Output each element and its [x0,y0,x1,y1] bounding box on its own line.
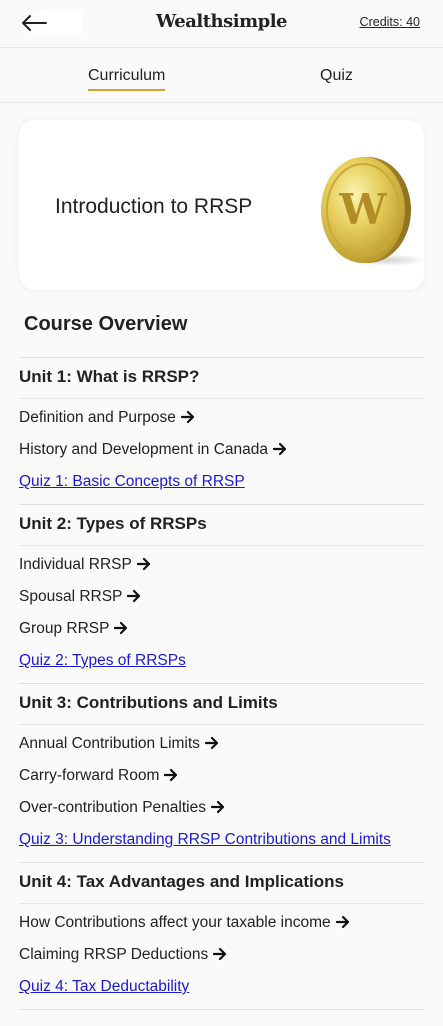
arrow-right-icon [164,768,178,782]
unit-title: Unit 3: Contributions and Limits [19,684,424,725]
lesson-item[interactable]: Definition and Purpose [19,402,424,434]
lesson-item[interactable]: Group RRSP [19,613,424,645]
lesson-item[interactable]: Claiming RRSP Deductions [19,939,424,971]
unit-title: Unit 4: Tax Advantages and Implications [19,863,424,904]
course-hero-card: Introduction to RRSP W [19,120,424,290]
app-header: Wealthsimple Credits: 40 [0,0,443,48]
tab-bar: Curriculum Quiz [0,49,443,103]
arrow-right-icon [335,915,349,929]
arrow-right-icon [136,557,150,571]
unit-2: Unit 2: Types of RRSPs Individual RRSP S… [19,504,424,683]
lesson-item[interactable]: Over-contribution Penalties [19,792,424,824]
lesson-item[interactable]: Annual Contribution Limits [19,728,424,760]
lesson-item[interactable]: Spousal RRSP [19,581,424,613]
unit-4: Unit 4: Tax Advantages and Implications … [19,862,424,1010]
arrow-right-icon [210,800,225,814]
unit-1: Unit 1: What is RRSP? Definition and Pur… [19,357,424,504]
quiz-link[interactable]: Quiz 4: Tax Deductability [19,971,424,1003]
unit-title: Unit 1: What is RRSP? [19,358,424,399]
svg-text:W: W [338,185,387,234]
tab-quiz[interactable]: Quiz [320,67,353,85]
credits-link[interactable]: Credits: 40 [360,15,420,29]
quiz-link[interactable]: Quiz 3: Understanding RRSP Contributions… [19,824,424,856]
quiz-link[interactable]: Quiz 2: Types of RRSPs [19,645,424,677]
course-title: Introduction to RRSP [55,195,253,218]
tab-curriculum[interactable]: Curriculum [88,67,166,91]
unit-title: Unit 2: Types of RRSPs [19,505,424,546]
lesson-item[interactable]: History and Development in Canada [19,434,424,466]
arrow-right-icon [114,621,128,635]
arrow-right-icon [127,589,141,603]
gold-coin-icon: W [321,157,424,266]
arrow-right-icon [180,410,194,424]
unit-3: Unit 3: Contributions and Limits Annual … [19,683,424,862]
course-overview-heading: Course Overview [24,313,188,335]
arrow-right-icon [204,736,219,750]
quiz-link[interactable]: Quiz 1: Basic Concepts of RRSP [19,466,424,498]
lesson-item[interactable]: Individual RRSP [19,549,424,581]
arrow-right-icon [213,947,227,961]
arrow-right-icon [273,442,287,456]
lesson-item[interactable]: How Contributions affect your taxable in… [19,907,424,939]
curriculum-list: Unit 1: What is RRSP? Definition and Pur… [19,357,424,1010]
lesson-item[interactable]: Carry-forward Room [19,760,424,792]
